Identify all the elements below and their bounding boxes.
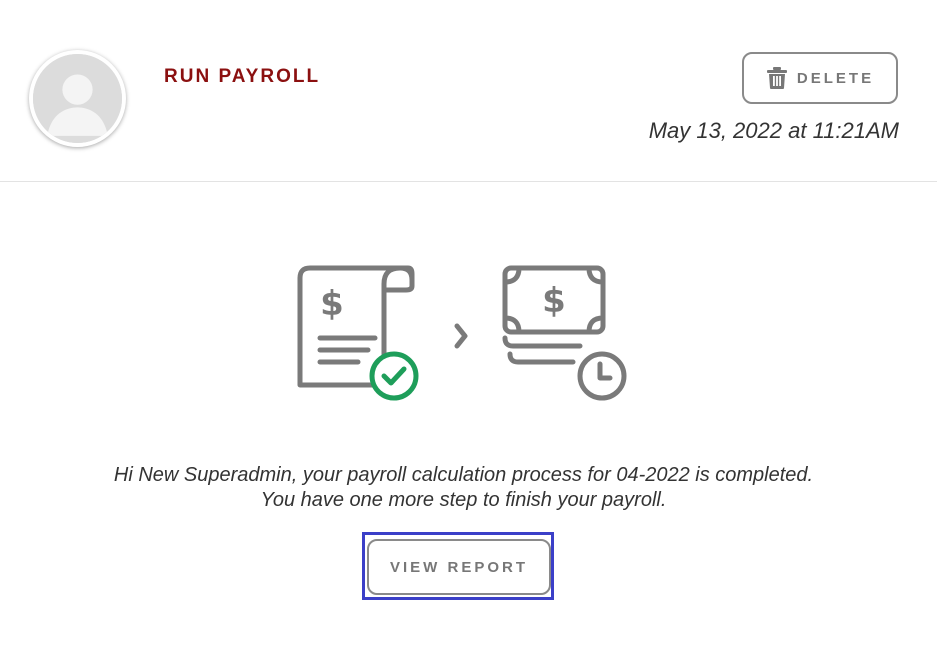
- payroll-illustration: $ $: [290, 260, 640, 410]
- trash-icon: [766, 67, 787, 89]
- delete-button-label: DELETE: [796, 69, 875, 87]
- payroll-header: RUN PAYROLL DELETE May 13, 2022 at 11:21…: [0, 0, 937, 182]
- message-line-1: Hi New Superadmin, your payroll calculat…: [113, 464, 814, 486]
- view-report-button[interactable]: VIEW REPORT: [367, 539, 551, 595]
- money-dollar-symbol: $: [542, 281, 566, 321]
- completion-message: Hi New Superadmin, your payroll calculat…: [0, 463, 927, 513]
- view-report-label: VIEW REPORT: [389, 558, 528, 576]
- message-line-2: You have one more step to finish your pa…: [260, 489, 667, 511]
- avatar: [29, 50, 126, 147]
- user-silhouette-icon: [33, 54, 122, 143]
- document-dollar-symbol: $: [320, 284, 344, 324]
- money-pending-clock-icon: $: [502, 265, 627, 401]
- chevron-right-icon: [454, 323, 468, 349]
- timestamp: May 13, 2022 at 11:21AM: [648, 118, 899, 143]
- page-title: RUN PAYROLL: [164, 66, 321, 87]
- payroll-document-check-icon: $: [297, 265, 419, 401]
- delete-button[interactable]: DELETE: [742, 52, 898, 104]
